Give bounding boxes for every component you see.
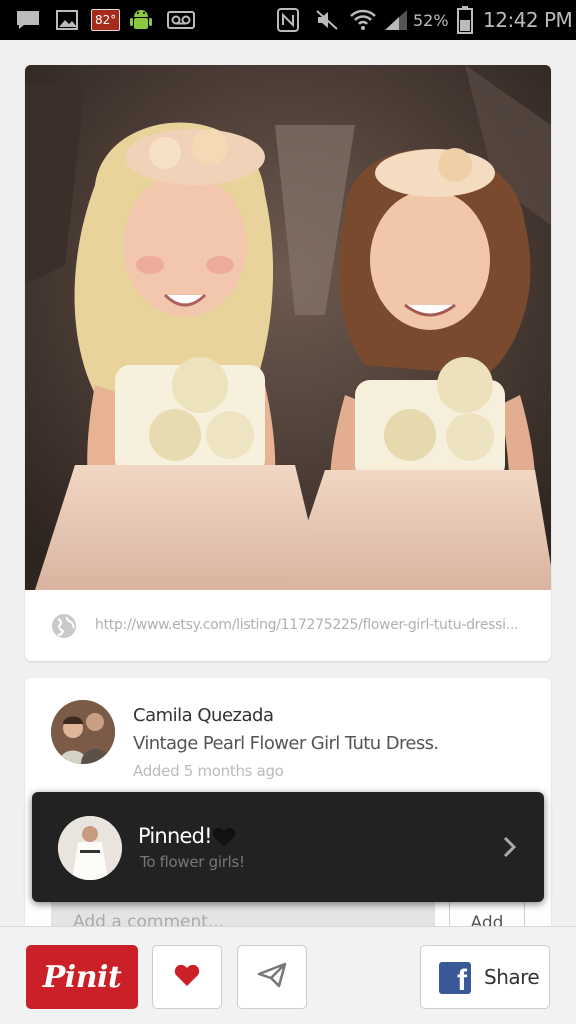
status-bar: 82° 52% 12:42 PM	[0, 0, 576, 40]
like-button[interactable]	[152, 945, 222, 1009]
share-label: Share	[484, 965, 540, 989]
clock: 12:42 PM	[483, 8, 573, 32]
pin-source-link[interactable]: http://www.etsy.com/listing/117275225/fl…	[25, 591, 551, 661]
facebook-share-button[interactable]: f Share	[420, 945, 550, 1009]
facebook-icon: f	[439, 962, 471, 994]
pinned-toast[interactable]: Pinned! To flower girls!	[32, 792, 544, 902]
pin-timestamp: Added 5 months ago	[133, 762, 284, 780]
send-button[interactable]	[237, 945, 307, 1009]
battery-icon	[455, 6, 475, 34]
chat-icon	[14, 8, 42, 32]
toast-board-name: To flower girls!	[140, 853, 245, 871]
voicemail-icon	[166, 8, 196, 32]
action-bar: Pinit f Share	[0, 926, 576, 1024]
nfc-icon	[276, 8, 300, 32]
heart-icon	[174, 963, 200, 992]
source-url[interactable]: http://www.etsy.com/listing/117275225/fl…	[95, 617, 535, 633]
send-icon	[257, 962, 287, 993]
board-thumbnail	[58, 816, 122, 880]
globe-icon	[51, 613, 77, 639]
pin-it-button[interactable]: Pinit	[26, 945, 138, 1009]
pin-card: http://www.etsy.com/listing/117275225/fl…	[25, 65, 551, 661]
pinner-name[interactable]: Camila Quezada	[133, 705, 274, 726]
mute-icon	[314, 8, 340, 32]
gallery-icon	[54, 8, 80, 32]
battery-percent: 52%	[413, 10, 449, 30]
signal-icon	[382, 8, 410, 32]
wifi-icon	[349, 8, 377, 32]
heart-icon	[212, 826, 236, 848]
pin-image[interactable]	[25, 65, 551, 590]
android-icon	[128, 8, 154, 32]
temperature-badge: 82°	[91, 9, 121, 31]
pin-description: Vintage Pearl Flower Girl Tutu Dress.	[133, 733, 439, 754]
pinner-avatar[interactable]	[51, 700, 115, 764]
chevron-right-icon[interactable]	[502, 834, 518, 860]
toast-title: Pinned!	[138, 824, 213, 848]
